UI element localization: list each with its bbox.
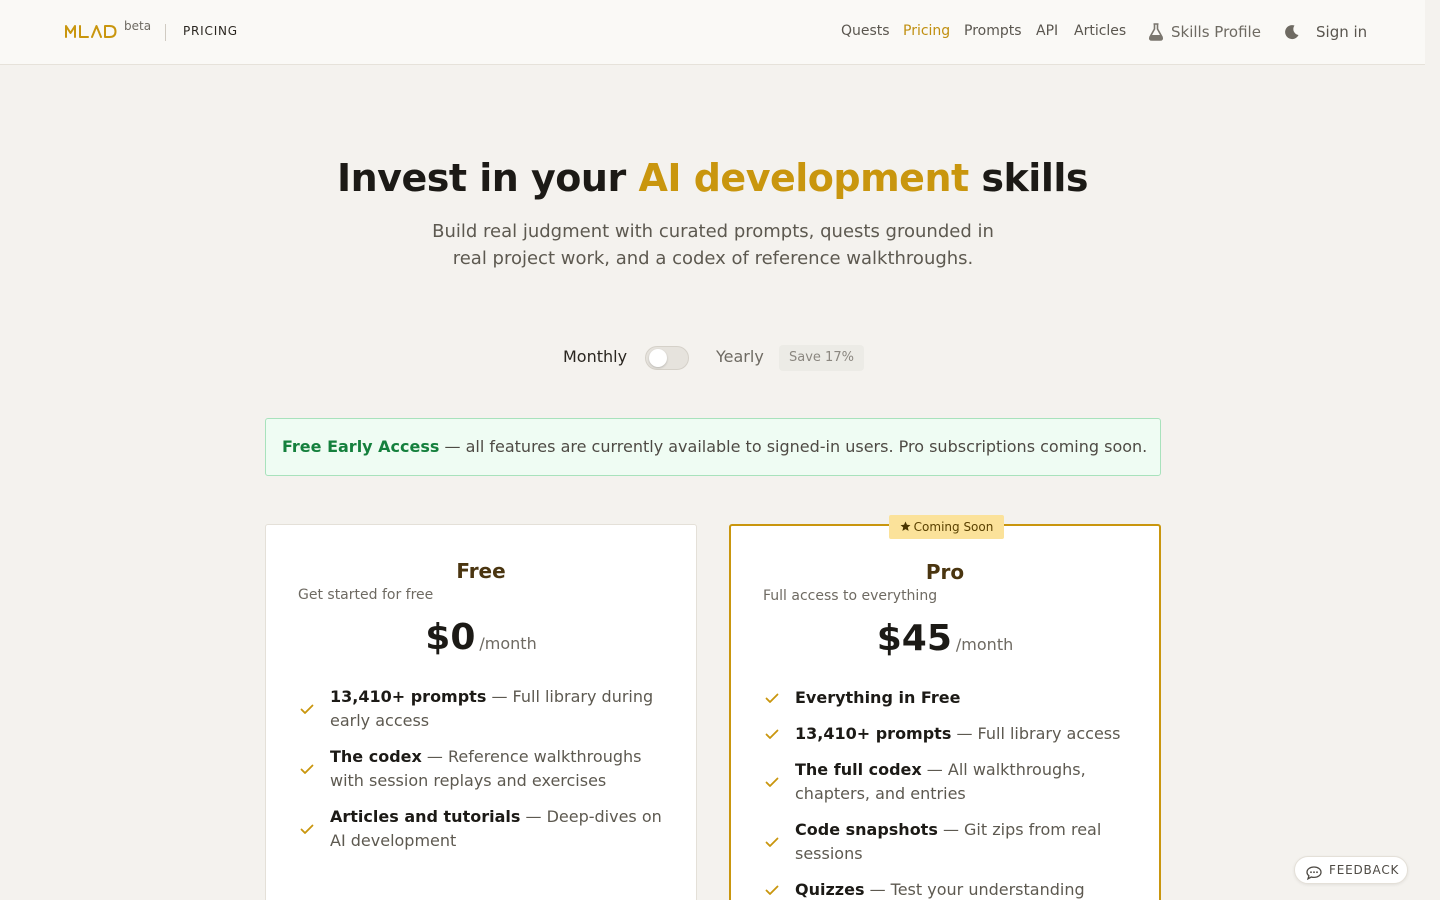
price-amount: $0 — [425, 617, 476, 658]
top-header: beta PRICING Quests Pricing Prompts API … — [0, 0, 1425, 65]
logo[interactable] — [65, 24, 117, 38]
feature-name: 13,410+ prompts — [330, 687, 487, 706]
star-icon — [900, 521, 911, 531]
sign-in-link[interactable]: Sign in — [1316, 23, 1367, 41]
skills-profile-link[interactable]: Skills Profile — [1171, 23, 1261, 41]
save-badge: Save 17% — [779, 345, 864, 371]
feature-list: Everything in Free 13,410+ prompts — Ful… — [763, 686, 1135, 900]
notice-title: Free Early Access — [282, 437, 440, 456]
price-amount: $45 — [876, 618, 952, 659]
check-icon — [300, 805, 314, 853]
title-post: skills — [968, 156, 1088, 200]
nav-pricing[interactable]: Pricing — [903, 23, 950, 39]
feature-item: 13,410+ prompts — Full library access — [763, 722, 1135, 746]
price-period: /month — [955, 635, 1014, 654]
billing-toggle[interactable] — [645, 346, 689, 370]
plan-card-free: Free Get started for free $0/month 13,41… — [265, 524, 697, 900]
check-icon — [765, 722, 779, 746]
feature-name: Everything in Free — [795, 688, 961, 707]
feature-name: Articles and tutorials — [330, 807, 521, 826]
feature-name: The full codex — [795, 760, 922, 779]
feature-desc: — Full library access — [951, 724, 1121, 743]
check-icon — [765, 686, 779, 710]
feature-item: Quizzes — Test your understanding — [763, 878, 1135, 900]
nav-api[interactable]: API — [1036, 23, 1058, 39]
price-period: /month — [479, 634, 537, 653]
yearly-label[interactable]: Yearly — [716, 347, 764, 366]
feature-name: Quizzes — [795, 880, 865, 899]
check-icon — [765, 878, 779, 900]
monthly-label[interactable]: Monthly — [563, 347, 627, 366]
flask-icon[interactable] — [1148, 23, 1164, 45]
feedback-label: FEEDBACK — [1329, 863, 1400, 877]
feedback-button[interactable]: FEEDBACK — [1294, 856, 1408, 884]
plan-card-pro: Coming Soon Pro Full access to everythin… — [729, 515, 1161, 900]
feature-item: Articles and tutorials — Deep-dives on A… — [298, 805, 670, 853]
title-accent: AI development — [638, 156, 969, 200]
title-pre: Invest in your — [336, 156, 639, 200]
plan-price: $0/month — [266, 617, 696, 658]
section-label: PRICING — [183, 24, 238, 38]
feature-desc: — Test your understanding — [864, 880, 1085, 899]
feature-name: Code snapshots — [795, 820, 938, 839]
feature-item: Code snapshots — Git zips from real sess… — [763, 818, 1135, 866]
coming-soon-badge: Coming Soon — [889, 515, 1004, 539]
plan-name: Pro — [925, 560, 965, 584]
notice-text: — all features are currently available t… — [439, 437, 1148, 456]
feature-list: 13,410+ prompts — Full library during ea… — [298, 685, 670, 865]
feature-item: 13,410+ prompts — Full library during ea… — [298, 685, 670, 733]
moon-icon[interactable] — [1284, 24, 1300, 44]
page-subtitle: Build real judgment with curated prompts… — [432, 221, 994, 269]
nav-prompts[interactable]: Prompts — [964, 23, 1022, 39]
beta-tag: beta — [124, 19, 152, 33]
check-icon — [765, 818, 779, 866]
chat-bubble-icon — [1306, 863, 1322, 889]
plan-price: $45/month — [731, 618, 1159, 659]
toggle-knob — [649, 349, 667, 367]
plan-subtitle: Get started for free — [298, 587, 434, 603]
feature-item: The full codex — All walkthroughs, chapt… — [763, 758, 1135, 806]
header-divider — [165, 24, 166, 41]
feature-name: The codex — [330, 747, 422, 766]
logo-wordmark — [65, 25, 117, 38]
page-title: Invest in your AI development skills — [0, 156, 1425, 200]
early-access-notice: Free Early Access — all features are cur… — [265, 418, 1161, 476]
plan-name: Free — [456, 559, 506, 583]
check-icon — [300, 685, 314, 733]
feature-item: Everything in Free — [763, 686, 1135, 710]
nav-articles[interactable]: Articles — [1074, 23, 1126, 39]
check-icon — [765, 758, 779, 806]
badge-label: Coming Soon — [913, 520, 994, 534]
plan-subtitle: Full access to everything — [763, 588, 938, 604]
check-icon — [300, 745, 314, 793]
nav-quests[interactable]: Quests — [841, 23, 890, 39]
feature-item: The codex — Reference walkthroughs with … — [298, 745, 670, 793]
feature-name: 13,410+ prompts — [795, 724, 952, 743]
